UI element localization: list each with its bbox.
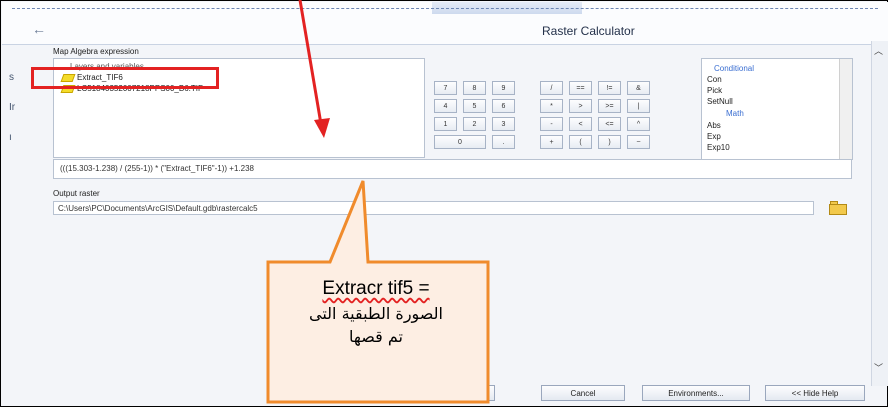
red-arrow-line (298, 0, 324, 131)
callout-line-2: الصورة الطبقية التى (309, 304, 443, 323)
callout-line-3: تم قصها (349, 327, 403, 346)
red-arrow-head (314, 118, 330, 138)
callout-text: Extracr tif5 = الصورة الطبقية التى تم قص… (286, 278, 466, 346)
annotation-layer (266, 0, 490, 404)
callout-line-1-text: Extracr tif5 = (322, 278, 430, 299)
callout-line-1: Extracr tif5 = (286, 278, 466, 300)
